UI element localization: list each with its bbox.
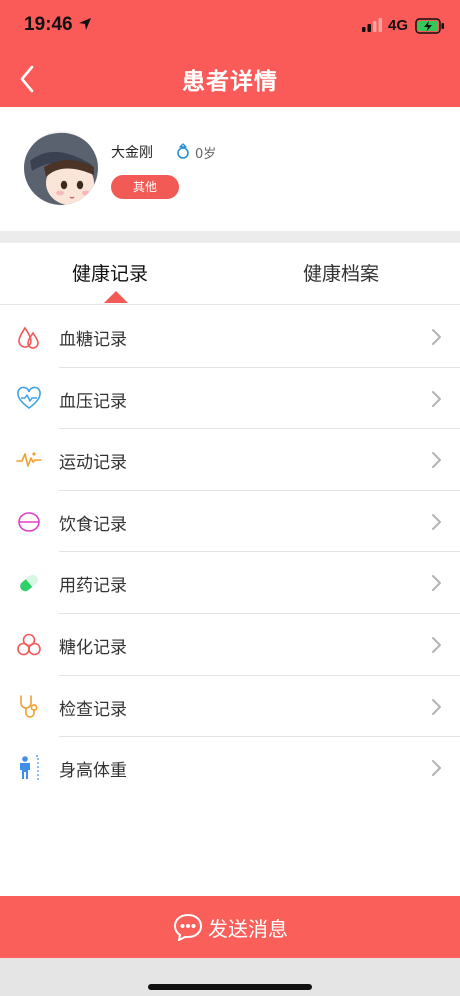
patient-tag-badge: 其他 [111, 175, 179, 199]
chevron-right-icon [432, 698, 441, 715]
location-arrow-icon [79, 18, 91, 30]
chat-bubble-icon [173, 913, 203, 941]
send-message-label: 发送消息 [208, 917, 288, 941]
app-header: 19:46 4G 患者详情 [0, 0, 460, 107]
list-item-label: 血糖记录 [59, 330, 127, 350]
tab-health-files[interactable]: 健康档案 [303, 243, 379, 305]
status-bar: 19:46 4G [0, 0, 460, 54]
bowl-icon [18, 511, 40, 532]
molecule-icon [17, 633, 41, 656]
list-item-label: 身高体重 [59, 761, 127, 782]
home-indicator[interactable] [148, 984, 312, 990]
list-item-glycated[interactable]: 糖化记录 [0, 614, 460, 676]
list-item-blood-pressure[interactable]: 血压记录 [0, 368, 460, 430]
home-indicator-area [0, 958, 460, 996]
ring-icon [177, 143, 189, 159]
stethoscope-icon [20, 694, 38, 718]
chevron-right-icon [432, 575, 441, 592]
pill-icon [20, 575, 38, 592]
active-tab-indicator [104, 291, 128, 303]
list-item-label: 糖化记录 [59, 637, 127, 658]
chevron-right-icon [432, 513, 441, 530]
patient-profile: 大金刚 0岁 其他 [0, 107, 460, 231]
avatar[interactable] [24, 131, 98, 205]
blood-drop-icon [18, 326, 39, 349]
patient-age: 0岁 [195, 147, 217, 162]
list-item-label: 饮食记录 [59, 514, 127, 535]
chevron-right-icon [432, 329, 441, 345]
heart-pulse-icon [17, 386, 41, 409]
send-message-button[interactable]: 发送消息 [0, 896, 460, 958]
list-item-medication[interactable]: 用药记录 [0, 552, 460, 614]
list-item-height-weight[interactable]: 身高体重 [0, 737, 460, 799]
activity-wave-icon [16, 452, 42, 467]
list-item-label: 运动记录 [59, 453, 127, 474]
chevron-right-icon [432, 636, 441, 653]
network-type: 4G [388, 17, 409, 34]
list-item-label: 检查记录 [59, 699, 127, 720]
person-height-icon [20, 755, 39, 781]
list-item-label: 血压记录 [59, 391, 127, 412]
status-time: 19:46 [24, 14, 73, 35]
record-tabs: 健康记录 健康档案 [0, 243, 460, 305]
patient-name: 大金刚 [111, 145, 153, 161]
record-list: 血糖记录 血压记录 运动记录 饮食记录 用药记录 糖化记录 检查记录 身高体重 [0, 306, 460, 799]
list-item-label: 用药记录 [59, 576, 127, 597]
list-item-examination[interactable]: 检查记录 [0, 676, 460, 738]
signal-icon [362, 18, 382, 32]
list-item-exercise[interactable]: 运动记录 [0, 429, 460, 491]
chevron-right-icon [432, 390, 441, 407]
chevron-right-icon [432, 760, 441, 777]
list-item-blood-sugar[interactable]: 血糖记录 [0, 306, 460, 368]
chevron-right-icon [432, 452, 441, 469]
list-item-diet[interactable]: 饮食记录 [0, 491, 460, 553]
page-title: 患者详情 [182, 69, 278, 95]
section-divider [0, 231, 460, 243]
battery-charging-icon [415, 18, 444, 34]
